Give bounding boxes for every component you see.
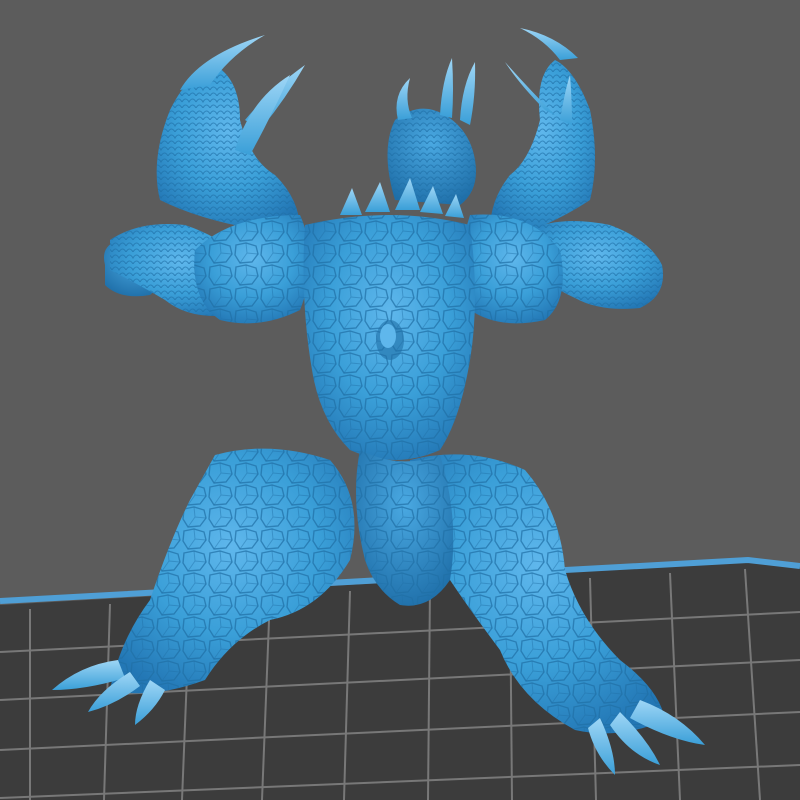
3d-viewport[interactable] xyxy=(0,0,800,800)
scene-canvas[interactable] xyxy=(0,0,800,800)
model-torso xyxy=(303,215,475,460)
model-back-arm xyxy=(387,58,476,205)
